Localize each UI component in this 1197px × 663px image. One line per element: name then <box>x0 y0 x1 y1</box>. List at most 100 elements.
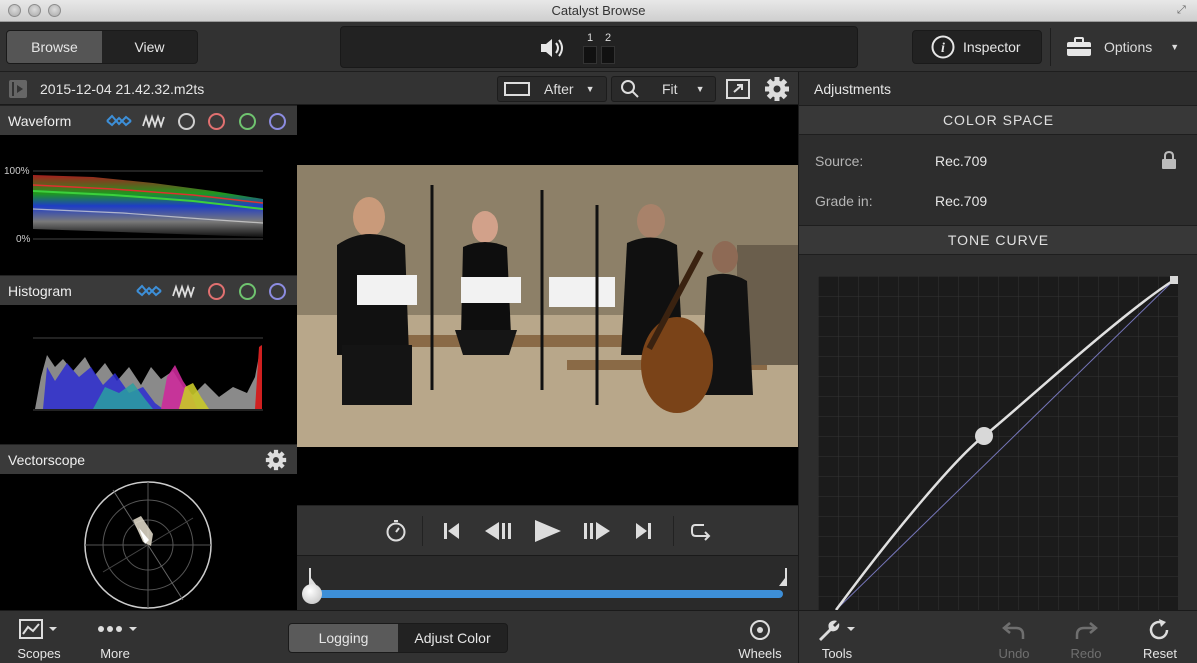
histogram-label: Histogram <box>8 283 72 299</box>
color-space-header[interactable]: COLOR SPACE <box>799 105 1197 135</box>
waveform-overlay-icon[interactable] <box>106 114 132 128</box>
go-to-end-icon[interactable] <box>633 521 653 541</box>
luma-channel-toggle[interactable] <box>178 113 195 130</box>
more-label: More <box>100 646 130 661</box>
options-chevron-down-icon: ▼ <box>1170 42 1180 52</box>
info-icon: i <box>931 35 955 59</box>
play-icon[interactable] <box>533 518 563 544</box>
tone-curve-graph[interactable] <box>818 276 1178 610</box>
source-value[interactable]: Rec.709 <box>935 153 987 169</box>
channel-2-meter <box>601 46 615 64</box>
wheels-label: Wheels <box>738 646 782 661</box>
scopes-panel: Waveform 100% 0% Histogram Vectorscope <box>0 105 297 610</box>
histogram-green-toggle[interactable] <box>239 283 256 300</box>
redo-icon <box>1075 622 1098 639</box>
histogram-parade-icon[interactable] <box>172 284 196 298</box>
loop-icon[interactable] <box>689 520 713 542</box>
waveform-parade-icon[interactable] <box>142 114 166 128</box>
video-frame <box>297 165 798 447</box>
adjustments-panel: Adjustments COLOR SPACE Source: Rec.709 … <box>798 72 1197 610</box>
out-point-marker[interactable] <box>779 566 793 588</box>
scopes-button[interactable]: Scopes <box>14 619 64 661</box>
frame-icon <box>504 82 530 96</box>
expand-view-icon[interactable] <box>726 78 750 100</box>
view-button[interactable]: View <box>102 31 197 63</box>
tools-label: Tools <box>821 646 853 661</box>
waveform-header: Waveform <box>0 105 297 135</box>
reset-button[interactable]: Reset <box>1136 619 1184 661</box>
histogram-overlay-icon[interactable] <box>136 284 162 298</box>
timer-icon[interactable] <box>385 520 407 542</box>
lock-icon[interactable] <box>1161 151 1177 169</box>
scopes-label: Scopes <box>17 646 61 661</box>
step-forward-icon[interactable] <box>582 520 612 542</box>
tools-button[interactable]: Tools <box>812 619 862 661</box>
channel-2-label: 2 <box>605 32 612 44</box>
logging-button[interactable]: Logging <box>289 624 398 652</box>
zoom-dropdown[interactable]: Fit ▼ <box>611 76 716 102</box>
video-viewer[interactable] <box>297 105 798 505</box>
fullscreen-icon[interactable]: ⤢ <box>1177 4 1191 18</box>
scopes-chart-icon <box>19 619 57 639</box>
compare-mode-dropdown[interactable]: After ▼ <box>497 76 607 102</box>
waveform-display <box>33 170 263 240</box>
channel-1-meter <box>583 46 597 64</box>
wrench-icon <box>819 620 855 641</box>
transport-divider-left <box>422 516 423 546</box>
clip-filename: 2015-12-04 21.42.32.m2ts <box>40 81 205 97</box>
vectorscope-display <box>84 481 212 609</box>
undo-label: Undo <box>998 646 1030 661</box>
speaker-icon[interactable] <box>539 37 567 59</box>
zoom-value: Fit <box>662 81 678 97</box>
tone-curve-header[interactable]: TONE CURVE <box>799 225 1197 255</box>
inspector-label: Inspector <box>963 39 1021 55</box>
channel-1-label: 1 <box>587 32 594 44</box>
options-label: Options <box>1104 39 1153 55</box>
svg-text:i: i <box>941 41 945 56</box>
options-button[interactable]: Options ▼ <box>1066 30 1186 64</box>
browse-button[interactable]: Browse <box>7 31 102 63</box>
bottom-bar: Scopes More Logging Adjust Color Wheels … <box>0 610 1197 663</box>
step-back-icon[interactable] <box>483 520 513 542</box>
blue-channel-toggle[interactable] <box>269 113 286 130</box>
reset-label: Reset <box>1143 646 1177 661</box>
histogram-blue-toggle[interactable] <box>269 283 286 300</box>
window-title: Catalyst Browse <box>551 3 646 18</box>
vectorscope-label: Vectorscope <box>8 452 86 468</box>
briefcase-icon <box>1067 37 1091 56</box>
waveform-0-label: 0% <box>16 234 31 245</box>
zoom-chevron-down-icon: ▼ <box>695 84 705 94</box>
redo-button[interactable]: Redo <box>1062 619 1110 661</box>
compare-mode-value: After <box>544 81 574 97</box>
timeline <box>297 555 798 610</box>
compare-chevron-down-icon: ▼ <box>585 84 595 94</box>
grade-in-label: Grade in: <box>815 193 873 209</box>
redo-label: Redo <box>1070 646 1102 661</box>
vectorscope-settings-gear-icon[interactable] <box>265 449 287 471</box>
undo-button[interactable]: Undo <box>990 619 1038 661</box>
green-channel-toggle[interactable] <box>239 113 256 130</box>
red-channel-toggle[interactable] <box>208 113 225 130</box>
file-bar: 2015-12-04 21.42.32.m2ts After ▼ Fit ▼ <box>0 72 798 105</box>
histogram-red-toggle[interactable] <box>208 283 225 300</box>
inspector-button[interactable]: i Inspector <box>912 30 1042 64</box>
grade-in-value[interactable]: Rec.709 <box>935 193 987 209</box>
bottom-divider <box>798 611 799 663</box>
browse-view-toggle: Browse View <box>6 30 198 64</box>
title-bar: Catalyst Browse ⤢ <box>0 0 1197 22</box>
toolbar-divider <box>1050 28 1051 66</box>
playhead-handle[interactable] <box>302 584 322 604</box>
settings-gear-icon[interactable] <box>764 76 790 102</box>
magnifier-icon <box>621 80 639 98</box>
adjust-color-button[interactable]: Adjust Color <box>398 624 507 652</box>
clip-icon[interactable] <box>8 79 28 99</box>
main-toolbar: Browse View 1 2 i Inspector Options ▼ <box>0 22 1197 72</box>
more-button[interactable]: More <box>90 619 140 661</box>
histogram-display <box>33 337 263 411</box>
wheels-button[interactable]: Wheels <box>735 619 785 661</box>
timeline-range-bar[interactable] <box>311 590 783 598</box>
go-to-start-icon[interactable] <box>442 521 462 541</box>
transport-divider-right <box>673 516 674 546</box>
vectorscope-header: Vectorscope <box>0 444 297 474</box>
reset-icon <box>1149 619 1169 640</box>
